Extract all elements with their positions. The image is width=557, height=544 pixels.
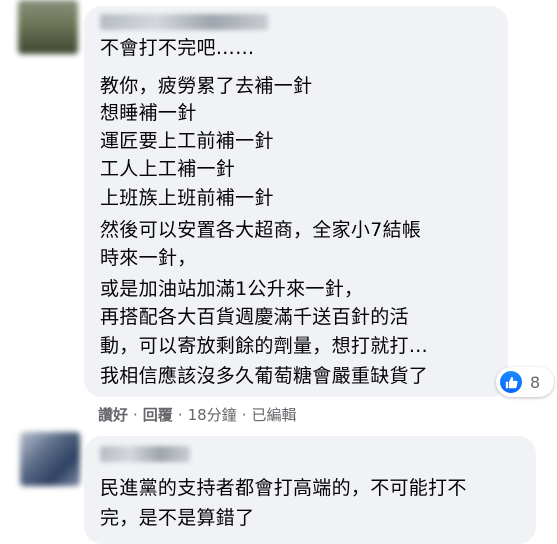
reply-link[interactable]: 回覆: [143, 404, 173, 425]
author-name-blurred[interactable]: [100, 14, 268, 30]
comment-text-line: 時來一針，: [100, 247, 197, 269]
reaction-count: 8: [530, 372, 541, 392]
avatar[interactable]: [20, 432, 80, 486]
like-link[interactable]: 讚好: [98, 404, 128, 425]
reaction-summary[interactable]: 8: [496, 367, 554, 397]
comment-actions: 讚好 · 回覆 · 18分鐘 · 已編輯: [98, 404, 296, 425]
comment-text-line: 上班族上班前補一針: [100, 187, 274, 209]
comment-text-line: 或是加油站加滿1公升來一針，: [100, 278, 364, 300]
timestamp-link[interactable]: 18分鐘: [188, 404, 237, 425]
author-name-blurred[interactable]: [100, 446, 190, 462]
comment-text-line: 再搭配各大百貨週慶滿千送百針的活: [100, 306, 409, 328]
comment-text-line: 民進黨的支持者都會打高端的，不可能打不: [100, 477, 467, 499]
edited-label[interactable]: 已編輯: [251, 404, 296, 425]
separator-dot: ·: [241, 405, 247, 424]
comment-text-line: 然後可以安置各大超商，全家小7結帳: [100, 219, 422, 241]
comment-text-line: 不會打不完吧……: [100, 37, 255, 59]
separator-dot: ·: [133, 405, 138, 424]
comment-text-line: 想睡補一針: [100, 102, 197, 124]
comment-text-line: 完，是不是算錯了: [100, 507, 255, 529]
comment-text-line: 動，可以寄放剩餘的劑量，想打就打…: [100, 335, 429, 357]
separator-dot: ·: [177, 405, 183, 424]
like-icon: [500, 371, 522, 393]
comment-text-line: 我相信應該沒多久葡萄糖會嚴重缺貨了: [100, 365, 429, 387]
comment-text-line: 運匠要上工前補一針: [100, 130, 274, 152]
avatar[interactable]: [18, 0, 78, 54]
comment-text-line: 工人上工補一針: [100, 158, 236, 180]
comment-text-line: 教你，疲勞累了去補一針: [100, 75, 313, 97]
